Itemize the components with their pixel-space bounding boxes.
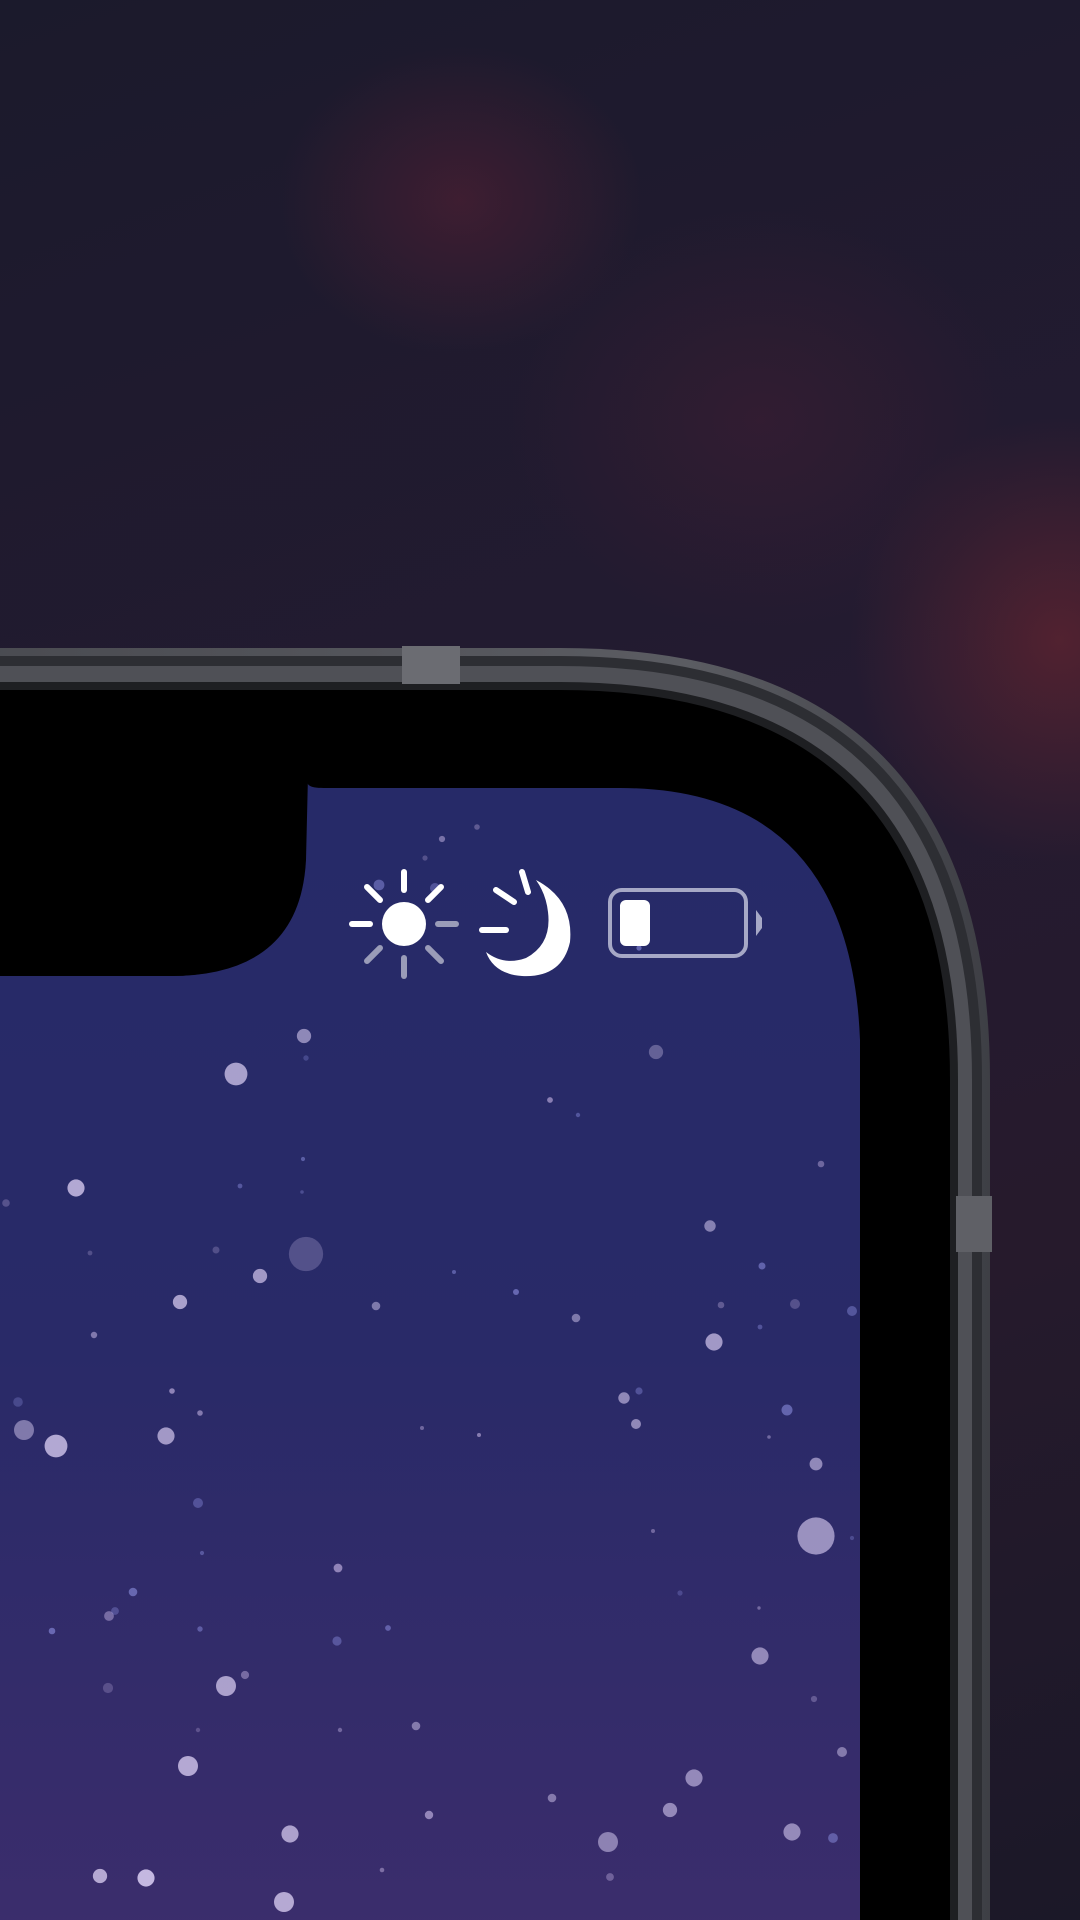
wallpaper-star — [300, 1190, 304, 1194]
wallpaper-star — [90, 1331, 98, 1339]
wallpaper-star — [783, 1823, 801, 1841]
wallpaper-star — [197, 1626, 203, 1632]
wallpaper-star — [212, 1246, 220, 1254]
wallpaper-star — [474, 824, 480, 830]
wallpaper-star — [598, 1832, 618, 1852]
wallpaper-star — [547, 1793, 557, 1803]
wallpaper-star — [547, 1097, 553, 1103]
wallpaper-star — [14, 1420, 34, 1440]
wallpaper-star — [2, 1199, 10, 1207]
wallpaper-star — [704, 1220, 716, 1232]
wallpaper-star — [809, 1457, 823, 1471]
wallpaper-star — [513, 1289, 519, 1295]
wallpaper-star — [797, 1517, 835, 1555]
wallpaper-star — [288, 1236, 324, 1272]
wallpaper-star — [333, 1563, 343, 1573]
wallpaper-star — [193, 1498, 203, 1508]
brightness-sun-icon[interactable] — [349, 869, 459, 979]
wallpaper-star — [195, 1727, 201, 1733]
wallpaper-star — [281, 1825, 299, 1843]
wallpaper-star — [411, 1721, 421, 1731]
wallpaper-star — [197, 1410, 203, 1416]
wallpaper-star — [199, 1550, 205, 1556]
wallpaper-star — [705, 1333, 723, 1351]
wallpaper-star — [172, 1294, 188, 1310]
wallpaper-star — [102, 1682, 114, 1694]
wallpaper-star — [817, 1160, 825, 1168]
wallpaper-star — [178, 1756, 198, 1776]
wallpaper-star — [92, 1868, 108, 1884]
wallpaper-star — [424, 1810, 434, 1820]
side-button — [956, 1196, 992, 1252]
notch — [0, 690, 310, 976]
wallpaper-star — [373, 879, 385, 891]
wallpaper-star — [44, 1434, 68, 1458]
wallpaper-star — [651, 1529, 655, 1533]
wallpaper-star — [128, 1587, 138, 1597]
wallpaper-star — [216, 1676, 236, 1696]
wallpaper-star — [790, 1299, 800, 1309]
wallpaper-star — [757, 1324, 763, 1330]
wallpaper-star — [847, 1306, 857, 1316]
wallpaper-star — [420, 1426, 424, 1430]
wallpaper-star — [781, 1404, 793, 1416]
wallpaper-star — [303, 1055, 309, 1061]
wallpaper-star — [296, 1028, 312, 1044]
wallpaper-star — [837, 1747, 847, 1757]
wallpaper-star — [662, 1802, 678, 1818]
wallpaper-star — [157, 1427, 175, 1445]
wallpaper-star — [452, 1270, 456, 1274]
wallpaper-star — [648, 1044, 664, 1060]
antenna-band-top — [402, 646, 460, 684]
wallpaper-star — [240, 1670, 250, 1680]
wallpaper-star — [636, 945, 642, 951]
wallpaper-star — [379, 1867, 385, 1873]
wallpaper-star — [751, 1647, 769, 1665]
wallpaper-star — [337, 1727, 343, 1733]
wallpaper-star — [274, 1892, 294, 1912]
wallpaper-star — [422, 855, 428, 861]
wallpaper-star — [631, 1419, 641, 1429]
wallpaper-star — [758, 1262, 766, 1270]
wallpaper-star — [477, 1433, 481, 1437]
wallpaper-star — [767, 1435, 771, 1439]
wallpaper-star — [810, 1695, 818, 1703]
battery-level-fill — [620, 900, 650, 946]
wallpaper-star — [385, 1625, 391, 1631]
wallpaper-star — [618, 1392, 630, 1404]
wallpaper-star — [13, 1397, 23, 1407]
wallpaper-star — [606, 1873, 614, 1881]
wallpaper-star — [438, 835, 446, 843]
wallpaper-star — [571, 1313, 581, 1323]
wallpaper-star — [252, 1268, 268, 1284]
wallpaper-star — [371, 1301, 381, 1311]
wallpaper-star — [849, 1535, 855, 1541]
wallpaper-star — [111, 1607, 119, 1615]
wallpaper-star — [300, 1156, 306, 1162]
wallpaper-star — [169, 1388, 175, 1394]
wallpaper-star — [677, 1590, 683, 1596]
wallpaper-star — [757, 1606, 761, 1610]
wallpaper-star — [67, 1179, 85, 1197]
wallpaper-star — [685, 1769, 703, 1787]
wallpaper-star — [87, 1250, 93, 1256]
wallpaper-star — [48, 1627, 56, 1635]
wallpaper-star — [635, 1387, 643, 1395]
wallpaper-star — [717, 1301, 725, 1309]
phone-mockup-scene — [0, 646, 992, 1920]
wallpaper-star — [137, 1869, 155, 1887]
wallpaper-star — [237, 1183, 243, 1189]
wallpaper-star — [828, 1833, 838, 1843]
wallpaper-star — [332, 1636, 342, 1646]
wallpaper-star — [224, 1062, 248, 1086]
wallpaper-star — [575, 1112, 581, 1118]
